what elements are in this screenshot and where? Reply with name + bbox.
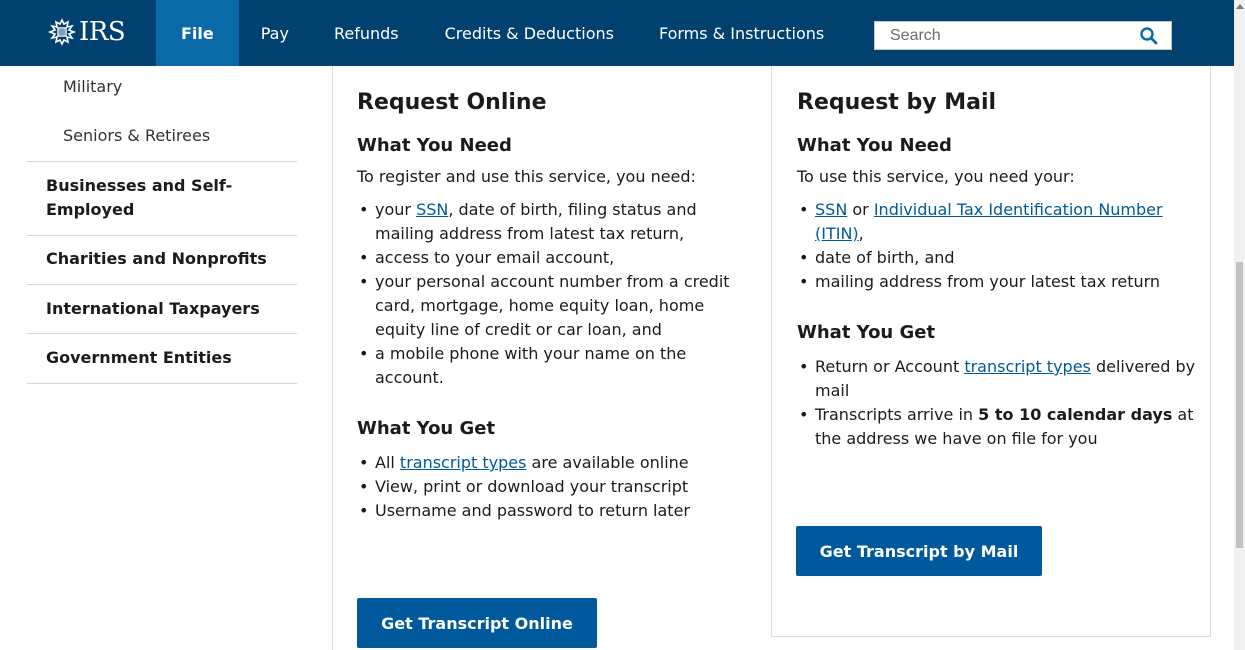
nav-refunds[interactable]: Refunds [314, 0, 422, 66]
list-item: mailing address from your latest tax ret… [797, 270, 1197, 294]
list-item: a mobile phone with your name on the acc… [357, 342, 757, 390]
sidebar-item-businesses[interactable]: Businesses and Self-Employed [27, 162, 297, 235]
ssn-link[interactable]: SSN [815, 200, 847, 219]
get-transcript-by-mail-button[interactable]: Get Transcript by Mail [796, 526, 1042, 576]
column-divider [332, 66, 333, 650]
list-text: are available online [526, 453, 689, 472]
what-you-get-heading: What You Get [797, 322, 936, 343]
list-item: access to your email account, [357, 246, 757, 270]
list-item: All transcript types are available onlin… [357, 451, 757, 475]
nav-pay[interactable]: Pay [239, 0, 314, 66]
what-you-need-heading: What You Need [357, 135, 512, 156]
section-title: Request by Mail [797, 90, 997, 115]
nav-forms-instructions[interactable]: Forms & Instructions [639, 0, 844, 66]
ssn-link[interactable]: SSN [416, 200, 448, 219]
get-transcript-online-button[interactable]: Get Transcript Online [357, 598, 597, 648]
sidebar-item-government[interactable]: Government Entities [27, 334, 297, 383]
list-text: or [847, 200, 874, 219]
page-scrollbar[interactable] [1234, 0, 1245, 650]
sidebar-item-international[interactable]: International Taxpayers [27, 285, 297, 333]
list-text: Transcripts arrive in [815, 405, 979, 424]
need-intro: To use this service, you need your: [797, 167, 1075, 186]
sidebar-divider [27, 383, 297, 384]
sidebar-item-military[interactable]: Military [27, 75, 297, 99]
list-item: your personal account number from a cred… [357, 270, 757, 342]
scroll-up-arrow-icon[interactable] [1236, 4, 1244, 9]
delivery-time: 5 to 10 calendar days [978, 405, 1173, 424]
main-nav: File Pay Refunds Credits & Deductions Fo… [156, 0, 844, 66]
search-icon[interactable] [1139, 26, 1159, 46]
list-text: your [375, 200, 417, 219]
nav-credits-deductions[interactable]: Credits & Deductions [422, 0, 639, 66]
list-text: All [375, 453, 400, 472]
logo-text: IRS [79, 17, 126, 47]
nav-file[interactable]: File [156, 0, 239, 66]
transcript-types-link[interactable]: transcript types [400, 453, 527, 472]
need-list: SSN or Individual Tax Identification Num… [797, 198, 1197, 294]
list-item: date of birth, and [797, 246, 1197, 270]
list-item: Transcripts arrive in 5 to 10 calendar d… [797, 403, 1197, 451]
site-header: IRS File Pay Refunds Credits & Deduction… [0, 0, 1234, 66]
list-item: your SSN, date of birth, filing status a… [357, 198, 757, 246]
list-item: Username and password to return later [357, 499, 757, 523]
eagle-icon [47, 18, 77, 46]
section-title: Request Online [357, 90, 547, 115]
scroll-thumb[interactable] [1236, 262, 1243, 548]
list-item: SSN or Individual Tax Identification Num… [797, 198, 1197, 246]
irs-logo[interactable]: IRS [47, 12, 126, 52]
sidebar-item-charities[interactable]: Charities and Nonprofits [27, 236, 297, 284]
list-item: Return or Account transcript types deliv… [797, 355, 1197, 403]
transcript-types-link[interactable]: transcript types [964, 357, 1091, 376]
search-input[interactable] [875, 22, 1125, 49]
list-item: View, print or download your transcript [357, 475, 757, 499]
need-list: your SSN, date of birth, filing status a… [357, 198, 757, 390]
need-intro: To register and use this service, you ne… [357, 167, 696, 186]
sidebar-item-seniors-retirees[interactable]: Seniors & Retirees [27, 124, 297, 148]
sidebar: Military Seniors & Retirees Businesses a… [27, 66, 297, 384]
search-box [874, 21, 1172, 50]
get-list: Return or Account transcript types deliv… [797, 355, 1197, 451]
what-you-need-heading: What You Need [797, 135, 952, 156]
get-list: All transcript types are available onlin… [357, 451, 757, 523]
request-online-section: Request Online What You Need To register… [357, 66, 757, 523]
list-text: Return or Account [815, 357, 965, 376]
what-you-get-heading: What You Get [357, 418, 496, 439]
request-by-mail-section: Request by Mail What You Need To use thi… [797, 66, 1197, 451]
list-text: , [858, 224, 864, 243]
